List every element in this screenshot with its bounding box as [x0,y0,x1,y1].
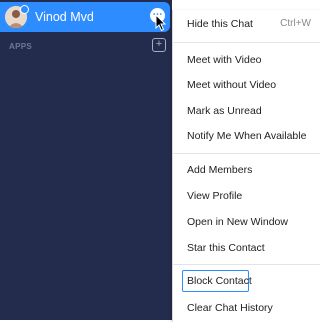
menu-item-open-new-window[interactable]: Open in New Window [173,210,320,234]
presence-status-icon [20,5,29,14]
menu-item-mark-unread[interactable]: Mark as Unread [173,99,320,123]
menu-item-star-contact[interactable]: Star this Contact [173,236,320,260]
chat-name: Vinod Mvd [35,10,94,24]
menu-item-label: Open in New Window [187,216,288,228]
menu-separator [173,42,320,43]
menu-item-block-contact[interactable]: Block Contact [173,269,320,293]
menu-item-label: Add Members [187,164,253,176]
menu-item-label: Block Contact [187,275,252,287]
menu-item-label: Mark as Unread [187,105,262,117]
menu-item-label: Star this Contact [187,242,265,254]
sidebar: Vinod Mvd ⋯ APPS + [0,0,172,320]
menu-item-notify-available[interactable]: Notify Me When Available [173,124,320,148]
menu-item-clear-history[interactable]: Clear Chat History [173,296,320,320]
context-menu: Hide this Chat Ctrl+W Meet with Video Me… [172,10,320,322]
menu-item-meet-without-video[interactable]: Meet without Video [173,73,320,97]
menu-item-shortcut: Ctrl+W [280,18,311,29]
plus-icon: + [155,38,163,50]
menu-item-label: Meet without Video [187,79,277,91]
menu-item-hide-chat[interactable]: Hide this Chat Ctrl+W [173,12,320,36]
menu-item-label: Meet with Video [187,54,262,66]
mouse-cursor-icon [155,14,167,32]
apps-section-label: APPS [9,42,32,51]
menu-item-label: View Profile [187,190,243,202]
chat-item-vinod-mvd[interactable]: Vinod Mvd ⋯ [0,2,170,32]
add-app-button[interactable]: + [152,38,166,52]
menu-item-view-profile[interactable]: View Profile [173,184,320,208]
menu-item-add-members[interactable]: Add Members [173,158,320,182]
menu-item-label: Clear Chat History [187,302,273,314]
menu-separator [173,153,320,154]
menu-item-label: Hide this Chat [187,18,253,30]
menu-separator [173,264,320,265]
menu-item-label: Notify Me When Available [187,130,307,142]
menu-item-meet-with-video[interactable]: Meet with Video [173,48,320,72]
